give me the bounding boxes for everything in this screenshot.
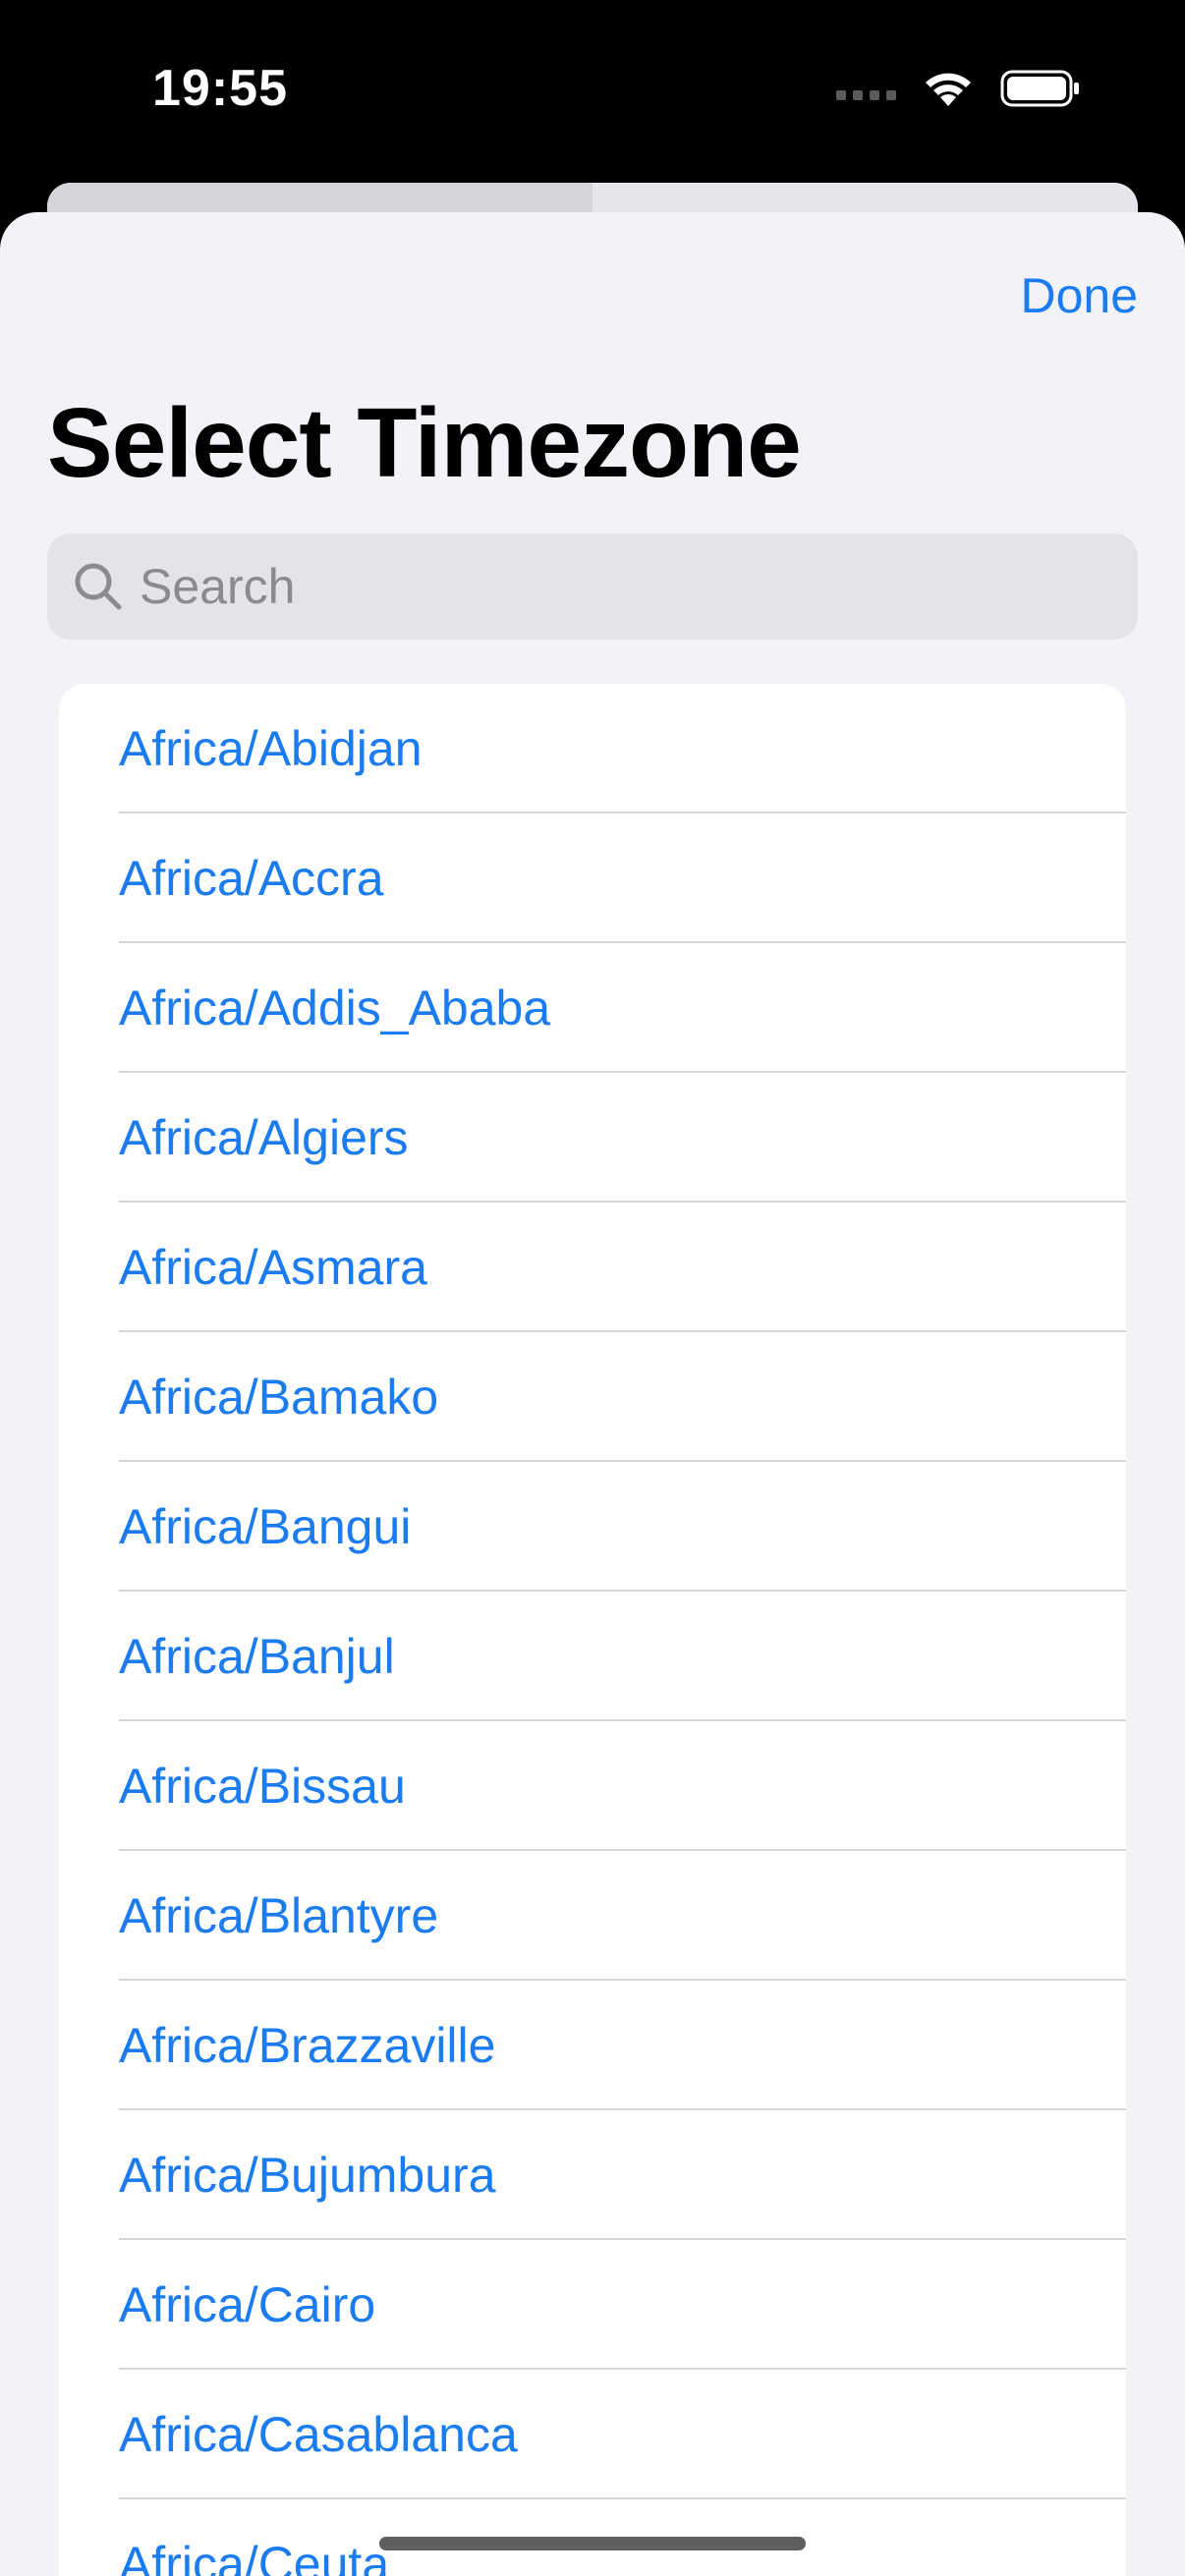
list-item[interactable]: Africa/Bissau [59,1721,1126,1851]
timezone-label: Africa/Algiers [119,1110,409,1165]
search-input[interactable] [138,557,1104,616]
timezone-label: Africa/Blantyre [119,1888,439,1943]
timezone-list: Africa/Abidjan Africa/Accra Africa/Addis… [59,684,1126,2576]
timezone-label: Africa/Abidjan [119,721,423,776]
cellular-signal-icon [836,90,896,100]
list-item[interactable]: Africa/Banjul [59,1592,1126,1721]
list-item[interactable]: Africa/Bamako [59,1332,1126,1462]
timezone-label: Africa/Banjul [119,1629,395,1684]
status-icons [836,69,1081,108]
timezone-label: Africa/Bujumbura [119,2148,496,2203]
list-item[interactable]: Africa/Bujumbura [59,2110,1126,2240]
timezone-label: Africa/Cairo [119,2277,376,2332]
timezone-label: Africa/Brazzaville [119,2018,496,2073]
timezone-label: Africa/Asmara [119,1240,427,1295]
list-item[interactable]: Africa/Asmara [59,1203,1126,1332]
status-bar: 19:55 [0,0,1185,182]
list-item[interactable]: Africa/Cairo [59,2240,1126,2370]
page-title: Select Timezone [47,388,802,498]
timezone-label: Africa/Accra [119,851,384,906]
battery-icon [1000,70,1079,107]
timezone-label: Africa/Bangui [119,1499,412,1554]
list-item[interactable]: Africa/Addis_Ababa [59,943,1126,1073]
list-item[interactable]: Africa/Brazzaville [59,1981,1126,2110]
timezone-sheet: Done Select Timezone Africa/Abidjan Afri… [0,212,1185,2576]
list-item[interactable]: Africa/Accra [59,813,1126,943]
list-item[interactable]: Africa/Bangui [59,1462,1126,1592]
search-bar[interactable] [47,533,1138,640]
list-item[interactable]: Africa/Abidjan [59,684,1126,813]
timezone-label: Africa/Bamako [119,1370,439,1425]
list-item[interactable]: Africa/Algiers [59,1073,1126,1203]
list-item[interactable]: Africa/Blantyre [59,1851,1126,1981]
timezone-label: Africa/Ceuta [119,2537,390,2576]
done-button[interactable]: Done [1020,267,1138,324]
timezone-label: Africa/Casablanca [119,2407,518,2462]
timezone-label: Africa/Addis_Ababa [119,980,551,1036]
search-icon [71,559,126,614]
wifi-icon [926,73,971,106]
list-item[interactable]: Africa/Casablanca [59,2370,1126,2499]
status-time: 19:55 [152,60,288,117]
home-indicator[interactable] [379,2537,806,2550]
timezone-label: Africa/Bissau [119,1759,406,1814]
